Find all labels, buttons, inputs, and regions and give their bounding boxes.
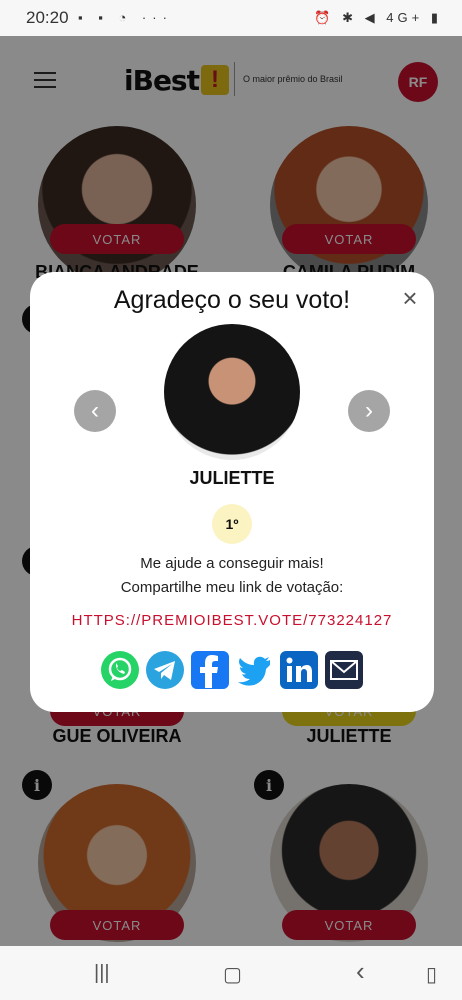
email-icon[interactable] xyxy=(324,650,364,690)
system-nav-bar: ||| ▢ ‹ ▯ xyxy=(0,946,462,1000)
telegram-icon[interactable] xyxy=(145,650,185,690)
twitter-icon[interactable] xyxy=(234,650,274,690)
status-bar: 20:20 ▪ ▪ ◔ ··· ⏰ ✱ ◀ 4G+ ▮ xyxy=(0,0,462,36)
assistant-icon[interactable]: ▯ xyxy=(426,962,437,987)
whatsapp-icon[interactable] xyxy=(100,650,140,690)
home-icon[interactable]: ▢ xyxy=(223,962,242,987)
facebook-icon[interactable] xyxy=(190,650,230,690)
chevron-right-icon[interactable]: › xyxy=(348,390,390,432)
chevron-left-icon[interactable]: ‹ xyxy=(74,390,116,432)
candidate-name: JULIETTE xyxy=(189,468,275,488)
system-icons: ⏰ ✱ ◀ 4G+ ▮ xyxy=(314,10,442,25)
recents-icon[interactable]: ||| xyxy=(94,962,110,985)
close-icon[interactable]: × xyxy=(396,284,424,312)
back-icon[interactable]: ‹ xyxy=(356,956,365,987)
share-prompt: Me ajude a conseguir mais! Compartilhe m… xyxy=(30,552,434,600)
share-buttons xyxy=(100,650,364,690)
notification-icons: ▪ ▪ ◔ ··· xyxy=(78,10,173,25)
candidate-photo xyxy=(164,324,300,460)
rank-badge: 1º xyxy=(212,504,252,544)
linkedin-icon[interactable] xyxy=(279,650,319,690)
modal-title: Agradeço o seu voto! xyxy=(113,286,351,314)
vote-thanks-modal: Agradeço o seu voto! × ‹ › JULIETTE 1º M… xyxy=(30,272,434,712)
share-prompt-line1: Me ajude a conseguir mais! xyxy=(140,555,324,572)
share-prompt-line2: Compartilhe meu link de votação: xyxy=(120,579,344,596)
status-time: 20:20 xyxy=(26,8,69,27)
vote-link[interactable]: HTTPS://PREMIOIBEST.VOTE/773224127 xyxy=(30,612,434,629)
